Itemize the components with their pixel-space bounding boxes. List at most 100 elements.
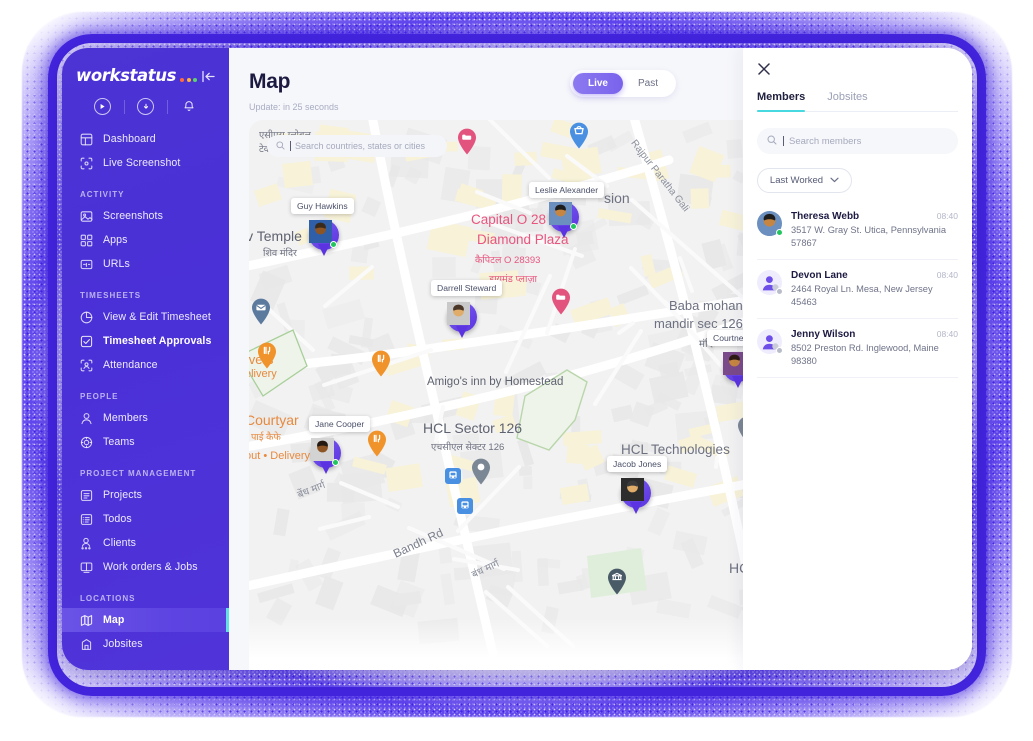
sidebar-item-timesheet-approvals[interactable]: Timesheet Approvals bbox=[62, 329, 229, 353]
download-circle-icon[interactable] bbox=[137, 98, 154, 115]
close-icon[interactable] bbox=[757, 62, 773, 78]
bell-icon[interactable] bbox=[180, 98, 197, 115]
member-time: 08:40 bbox=[936, 211, 958, 221]
map-member-pin[interactable] bbox=[549, 202, 579, 240]
sidebar-item-label: Live Screenshot bbox=[103, 157, 181, 169]
quick-action-play[interactable] bbox=[81, 98, 124, 115]
map-place-label: पाई कैफे bbox=[251, 432, 281, 443]
map-member-pin[interactable] bbox=[311, 438, 341, 476]
sidebar-item-label: Screenshots bbox=[103, 210, 163, 222]
sidebar-item-members[interactable]: Members bbox=[62, 406, 229, 430]
status-badge bbox=[776, 229, 783, 236]
app-window: workstatus Dashboard Live Screenshot ACT… bbox=[62, 48, 972, 670]
sidebar-item-label: Timesheet Approvals bbox=[103, 335, 212, 347]
map-place-label: HCL Sector 126 bbox=[423, 420, 523, 436]
map-member-label[interactable]: Guy Hawkins bbox=[291, 198, 354, 214]
map-member-pin[interactable] bbox=[621, 478, 651, 516]
member-address: 3517 W. Gray St. Utica, Pennsylvania 578… bbox=[791, 225, 947, 248]
sidebar-item-attendance[interactable]: Attendance bbox=[62, 353, 229, 377]
member-address: 8502 Preston Rd. Inglewood, Maine 98380 bbox=[791, 343, 939, 366]
online-status-dot bbox=[570, 223, 577, 230]
avatar bbox=[757, 270, 783, 296]
play-circle-icon[interactable] bbox=[94, 98, 111, 115]
map-search-placeholder: Search countries, states or cities bbox=[295, 141, 426, 151]
map-search-wrapper: Search countries, states or cities bbox=[267, 135, 447, 157]
sidebar-item-clients[interactable]: Clients bbox=[62, 531, 229, 555]
attendance-icon bbox=[80, 359, 93, 372]
text-caret bbox=[290, 141, 291, 151]
sidebar-section-activity: ACTIVITY bbox=[80, 190, 125, 199]
map-place-label: out • Delivery bbox=[249, 450, 310, 462]
sidebar-item-teams[interactable]: Teams bbox=[62, 430, 229, 454]
member-name: Theresa Webb bbox=[791, 211, 860, 222]
map-place-label: sion bbox=[604, 190, 630, 206]
brand-dots bbox=[180, 78, 197, 85]
map-place-label: Baba mohan r bbox=[669, 298, 751, 313]
map-member-label[interactable]: Leslie Alexander bbox=[529, 182, 605, 198]
sidebar-item-label: Work orders & Jobs bbox=[103, 561, 198, 573]
sidebar-item-urls[interactable]: URLs bbox=[62, 252, 229, 276]
pie-clock-icon bbox=[80, 311, 93, 324]
checkbox-icon bbox=[80, 335, 93, 348]
member-name: Jenny Wilson bbox=[791, 329, 856, 341]
sidebar-item-label: Attendance bbox=[103, 359, 158, 371]
panel-tabs: Members Jobsites bbox=[757, 91, 958, 112]
live-screenshot-icon bbox=[80, 157, 93, 170]
map-search-input[interactable]: Search countries, states or cities bbox=[267, 135, 447, 157]
apps-grid-icon bbox=[80, 234, 93, 247]
sort-dropdown[interactable]: Last Worked bbox=[757, 168, 852, 193]
member-info: Theresa Webb 08:40 3517 W. Gray St. Utica,… bbox=[791, 211, 958, 249]
search-icon bbox=[767, 132, 777, 150]
sidebar-item-label: Jobsites bbox=[103, 638, 143, 650]
sidebar-item-label: URLs bbox=[103, 258, 130, 270]
sidebar-item-dashboard[interactable]: Dashboard bbox=[62, 127, 229, 151]
sidebar-brand-row: workstatus bbox=[62, 62, 229, 85]
member-list-item[interactable]: Jenny Wilson 08:40 8502 Preston Rd. Inglew… bbox=[757, 319, 958, 379]
sidebar-item-label: Members bbox=[103, 412, 148, 424]
map-member-label[interactable]: Darrell Steward bbox=[431, 280, 503, 296]
sidebar-item-label: Dashboard bbox=[103, 133, 156, 145]
dashboard-icon bbox=[80, 133, 93, 146]
map-member-label[interactable]: Jacob Jones bbox=[607, 456, 668, 472]
member-name: Devon Lane bbox=[791, 270, 848, 282]
member-info: Jenny Wilson 08:40 8502 Preston Rd. Inglew… bbox=[791, 329, 958, 367]
member-address: 2464 Royal Ln. Mesa, New Jersey 45463 bbox=[791, 284, 933, 307]
map-place-label: Amigo's inn by Homestead bbox=[427, 376, 564, 388]
map-member-label[interactable]: Jane Cooper bbox=[309, 416, 371, 432]
sidebar-item-work-orders-jobs[interactable]: Work orders & Jobs bbox=[62, 555, 229, 579]
sidebar-item-live-screenshot[interactable]: Live Screenshot bbox=[62, 151, 229, 175]
map-member-pin[interactable] bbox=[447, 302, 477, 340]
sidebar-section-timesheets: TIMESHEETS bbox=[80, 291, 142, 300]
sidebar-item-view-edit-timesheet[interactable]: View & Edit Timesheet bbox=[62, 305, 229, 329]
toggle-option-live[interactable]: Live bbox=[572, 73, 623, 94]
todos-icon bbox=[80, 513, 93, 526]
map-member-pin[interactable] bbox=[309, 220, 339, 258]
quick-action-download[interactable] bbox=[124, 98, 167, 115]
sidebar-item-map[interactable]: Map bbox=[62, 608, 229, 632]
member-search-input[interactable]: Search members bbox=[757, 128, 958, 154]
map-place-label: शिव मंदिर bbox=[263, 248, 297, 259]
tab-jobsites[interactable]: Jobsites bbox=[827, 91, 867, 111]
clients-icon bbox=[80, 537, 93, 550]
member-info: Devon Lane 08:40 2464 Royal Ln. Mesa, New … bbox=[791, 270, 958, 308]
sidebar-item-apps[interactable]: Apps bbox=[62, 228, 229, 252]
avatar bbox=[757, 211, 783, 236]
sidebar-item-todos[interactable]: Todos bbox=[62, 507, 229, 531]
tab-members[interactable]: Members bbox=[757, 91, 806, 112]
sidebar-item-screenshots[interactable]: Screenshots bbox=[62, 204, 229, 228]
sidebar-item-jobsites[interactable]: Jobsites bbox=[62, 632, 229, 656]
member-time: 08:40 bbox=[936, 270, 958, 281]
text-caret bbox=[783, 136, 784, 146]
member-list-item[interactable]: Theresa Webb 08:40 3517 W. Gray St. Utica,… bbox=[757, 207, 958, 261]
sidebar-item-projects[interactable]: Projects bbox=[62, 483, 229, 507]
sidebar-item-label: Todos bbox=[103, 513, 132, 525]
member-list-item[interactable]: Devon Lane 08:40 2464 Royal Ln. Mesa, New … bbox=[757, 260, 958, 320]
collapse-sidebar-icon[interactable] bbox=[199, 67, 217, 85]
quick-action-notifications[interactable] bbox=[167, 98, 210, 115]
url-icon bbox=[80, 258, 93, 271]
status-badge bbox=[776, 347, 783, 355]
toggle-option-past[interactable]: Past bbox=[623, 73, 673, 94]
sidebar-item-label: Teams bbox=[103, 436, 135, 448]
sidebar-item-label: Apps bbox=[103, 234, 128, 246]
sidebar-section-project-management: PROJECT MANAGEMENT bbox=[80, 469, 197, 478]
